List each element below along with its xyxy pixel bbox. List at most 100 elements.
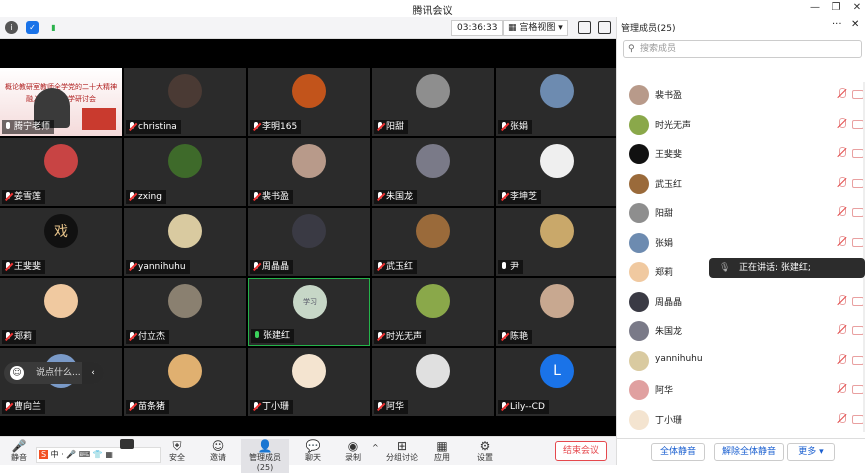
video-tile[interactable]: 丁小珊	[248, 348, 370, 416]
more-options-icon[interactable]: ···	[832, 19, 842, 30]
mic-muted-icon[interactable]	[837, 147, 846, 159]
signal-icon[interactable]: ▮	[47, 21, 60, 34]
member-row[interactable]: 阳甜	[617, 198, 865, 227]
video-tile[interactable]: 概论教研室教师全学党的二十大精神融入思政课教学研讨会腾宁老师	[0, 68, 122, 136]
unmute-all-button[interactable]: 解除全体静音	[714, 443, 784, 461]
member-avatar	[629, 350, 649, 371]
participant-avatar	[292, 144, 326, 178]
participant-avatar	[416, 354, 450, 388]
video-tile[interactable]: 李坤芝	[496, 138, 618, 206]
video-tile[interactable]: 李明165	[248, 68, 370, 136]
maximize-icon[interactable]: ❐	[829, 2, 843, 13]
video-tile[interactable]: yannihuhu	[124, 208, 246, 276]
toolbar-label: 邀请	[210, 453, 226, 462]
grid-view-button[interactable]: ▦ 宫格视图 ▾	[503, 20, 568, 36]
info-icon[interactable]: i	[5, 21, 18, 34]
mic-muted-icon[interactable]	[837, 383, 846, 395]
video-tile[interactable]: zxing	[124, 138, 246, 206]
member-row[interactable]: 时光无声	[617, 110, 865, 139]
mic-muted-icon[interactable]	[837, 176, 846, 189]
video-tile[interactable]: 尹	[496, 208, 618, 276]
member-name: 丁小珊	[655, 415, 683, 426]
toolbar-chat-button[interactable]: 💬 聊天	[302, 439, 324, 463]
member-name: 张娟	[655, 238, 674, 249]
mic-muted-icon	[500, 192, 508, 202]
record-chevron-up-icon[interactable]: ^	[372, 443, 379, 452]
mic-muted-icon[interactable]	[837, 294, 846, 307]
video-tile[interactable]: 苗条猪	[124, 348, 246, 416]
mic-muted-icon[interactable]	[837, 117, 846, 130]
mic-muted-icon	[376, 122, 384, 132]
more-button[interactable]: 更多 ▾	[787, 443, 835, 461]
member-row[interactable]: 张娟	[617, 228, 865, 257]
video-tile[interactable]: 付立杰	[124, 278, 246, 346]
toolbar-label: 管理成员(25)	[249, 453, 281, 472]
video-tile[interactable]: 裴书盈	[248, 138, 370, 206]
toolbar-breakout-button[interactable]: ⊞ 分组讨论	[386, 439, 418, 463]
chat-input-pill[interactable]: ☺ 说点什么... ‹	[4, 362, 104, 384]
end-meeting-button[interactable]: 结束会议	[555, 441, 607, 461]
participant-name-label: christina	[126, 120, 181, 134]
participant-name-label: 丁小珊	[250, 400, 294, 414]
member-row[interactable]: 阿华	[617, 375, 865, 404]
member-row[interactable]: 王斐斐	[617, 139, 865, 168]
mute-all-button[interactable]: 全体静音	[651, 443, 705, 461]
shield-icon: ⛨	[172, 439, 182, 453]
video-tile[interactable]: 郑莉	[0, 278, 122, 346]
member-row[interactable]: 朱国龙	[617, 316, 865, 345]
mic-muted-icon[interactable]	[837, 324, 846, 336]
toolbar-shield-button[interactable]: ⛨ 安全	[167, 439, 187, 463]
member-row[interactable]: 丁小珊	[617, 405, 865, 434]
mic-muted-icon	[128, 402, 136, 412]
toolbar-record-button[interactable]: ◉ 录制	[343, 439, 363, 463]
mic-muted-icon[interactable]	[837, 88, 846, 100]
video-tile[interactable]: 武玉红	[372, 208, 494, 276]
collapse-icon[interactable]: ‹	[82, 362, 104, 384]
video-tile[interactable]: 戏王斐斐	[0, 208, 122, 276]
toolbar-members-button[interactable]: 👤 管理成员(25)	[241, 439, 289, 473]
mic-muted-icon[interactable]	[837, 353, 846, 366]
toolbar-settings-button[interactable]: ⚙ 设置	[475, 439, 495, 463]
split-layout-icon[interactable]	[598, 21, 611, 34]
close-icon[interactable]: ✕	[850, 2, 864, 13]
member-row[interactable]: 周晶晶	[617, 287, 865, 316]
video-tile[interactable]: L Lily--CD	[496, 348, 618, 416]
security-shield-icon[interactable]: ✓	[26, 21, 39, 34]
video-tile[interactable]: 阳甜	[372, 68, 494, 136]
emoji-icon[interactable]: ☺	[10, 366, 24, 380]
video-tile[interactable]: 阿华	[372, 348, 494, 416]
mic-muted-icon[interactable]	[837, 412, 846, 425]
participant-avatar	[292, 354, 326, 388]
share-screen-icon[interactable]	[120, 439, 134, 449]
toolbar-apps-button[interactable]: ▦ 应用	[432, 439, 452, 463]
video-tile[interactable]: 时光无声	[372, 278, 494, 346]
toolbar-invite-button[interactable]: ☺ 邀请	[207, 439, 229, 463]
panel-close-icon[interactable]: ✕	[851, 19, 859, 30]
mic-muted-icon	[252, 122, 260, 132]
video-tile[interactable]: 陈艳	[496, 278, 618, 346]
member-row[interactable]: 武玉红	[617, 169, 865, 198]
participant-name: 腾宁老师	[14, 122, 51, 132]
member-search-input[interactable]: ⚲ 搜索成员	[623, 40, 862, 58]
chat-icon: 💬	[305, 439, 321, 453]
mic-icon: 🎤	[11, 439, 27, 453]
video-tile[interactable]: christina	[124, 68, 246, 136]
participant-name: 李坤芝	[510, 192, 538, 202]
video-tile[interactable]: 朱国龙	[372, 138, 494, 206]
member-row[interactable]: 裴书盈	[617, 80, 865, 109]
video-tile[interactable]: 周晶晶	[248, 208, 370, 276]
participant-avatar	[168, 354, 202, 388]
video-tile[interactable]: 张娟	[496, 68, 618, 136]
mic-muted-icon[interactable]	[837, 206, 846, 218]
toolbar-mic-button[interactable]: 🎤 静音	[8, 439, 30, 463]
members-panel: 管理成员(25) ··· ✕ ⚲ 搜索成员 裴书盈 时光无声 王斐斐 武玉红 阳甜 张娟郑…	[616, 17, 865, 465]
avatar-glyph: 戏	[54, 224, 68, 240]
members-icon: 👤	[257, 439, 273, 453]
mic-muted-icon[interactable]	[837, 235, 846, 248]
video-tile[interactable]: 学习 张建红	[248, 278, 370, 346]
video-tile[interactable]: 姜雪莲	[0, 138, 122, 206]
fullscreen-icon[interactable]	[578, 21, 591, 34]
member-row[interactable]: yannihuhu	[617, 346, 865, 375]
search-icon: ⚲	[628, 44, 635, 54]
minimize-icon[interactable]: —	[808, 2, 822, 13]
